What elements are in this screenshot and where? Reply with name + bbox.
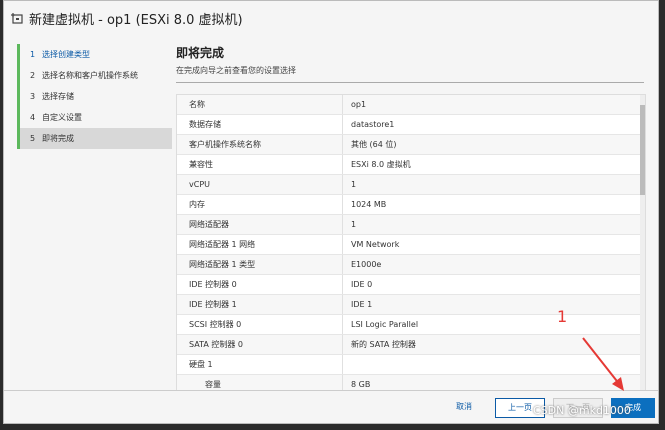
table-row: 名称 op1 [177,95,645,115]
row-value: ESXi 8.0 虚拟机 [351,160,411,169]
table-row: SCSI 控制器 0 LSI Logic Parallel [177,315,645,335]
table-row: vCPU 1 [177,175,645,195]
page-title: 即将完成 [176,46,225,60]
step-label: 自定义设置 [42,113,82,122]
table-row: 客户机操作系统名称 其他 (64 位) [177,135,645,155]
row-key: 数据存储 [177,115,343,134]
step-label: 即将完成 [42,134,74,143]
page-subtitle: 在完成向导之前查看您的设置选择 [176,65,644,83]
row-value: 1024 MB [351,200,387,209]
table-row: 兼容性 ESXi 8.0 虚拟机 [177,155,645,175]
row-value: IDE 1 [351,300,373,309]
row-value: 1 [351,220,357,229]
row-value [343,355,351,374]
table-row: 内存 1024 MB [177,195,645,215]
row-key: SATA 控制器 0 [177,335,343,354]
main-panel: 即将完成 在完成向导之前查看您的设置选择 [176,41,644,83]
cancel-button[interactable]: 取消 [446,398,482,418]
dialog-titlebar: 新建虚拟机 - op1 (ESXi 8.0 虚拟机) [4,1,658,36]
row-value: 1 [351,180,357,189]
row-key: 网络适配器 [177,215,343,234]
step-label: 选择创建类型 [42,50,90,59]
row-value: op1 [351,100,367,109]
wizard-steps: 1 选择创建类型 2 选择名称和客户机操作系统 3 选择存储 4 自定义设置 5 即将完成 [17,44,172,149]
row-key: 客户机操作系统名称 [177,135,343,154]
step-5[interactable]: 5 即将完成 [20,128,172,149]
row-key: SCSI 控制器 0 [177,315,343,334]
step-4[interactable]: 4 自定义设置 [20,107,172,128]
row-key: IDE 控制器 1 [177,295,343,314]
watermark: CSDN @mkd1000 [533,404,631,417]
summary-table[interactable]: 名称 op1 数据存储 datastore1 客户机操作系统名称 其他 (64 位) 兼容性… [176,94,646,394]
row-value: datastore1 [351,120,395,129]
row-key: 网络适配器 1 类型 [177,255,343,274]
table-row: SATA 控制器 0 新的 SATA 控制器 [177,335,645,355]
table-row: 硬盘 1 [177,355,645,375]
new-vm-wizard-dialog: 新建虚拟机 - op1 (ESXi 8.0 虚拟机) 1 选择创建类型 2 选择名称… [3,0,659,424]
step-1[interactable]: 1 选择创建类型 [20,44,172,65]
scrollbar[interactable] [640,95,645,393]
table-row: 网络适配器 1 类型 E1000e [177,255,645,275]
row-key: 硬盘 1 [177,355,343,374]
row-value: E1000e [351,260,382,269]
new-vm-icon [10,12,24,26]
row-key: 兼容性 [177,155,343,174]
table-row: IDE 控制器 0 IDE 0 [177,275,645,295]
row-value: LSI Logic Parallel [351,320,419,329]
row-key: 网络适配器 1 网络 [177,235,343,254]
annotation-number: 1 [557,307,568,326]
row-key: 内存 [177,195,343,214]
step-label: 选择名称和客户机操作系统 [42,71,138,80]
table-row: 数据存储 datastore1 [177,115,645,135]
dialog-title: 新建虚拟机 - op1 (ESXi 8.0 虚拟机) [29,13,243,28]
step-label: 选择存储 [42,92,74,101]
step-3[interactable]: 3 选择存储 [20,86,172,107]
scroll-thumb[interactable] [640,105,645,195]
step-2[interactable]: 2 选择名称和客户机操作系统 [20,65,172,86]
table-row: 网络适配器 1 网络 VM Network [177,235,645,255]
table-row: IDE 控制器 1 IDE 1 [177,295,645,315]
row-value: IDE 0 [351,280,373,289]
table-row: 网络适配器 1 [177,215,645,235]
row-key: vCPU [177,175,343,194]
row-value: VM Network [351,240,400,249]
row-value: 新的 SATA 控制器 [351,340,416,349]
row-key: 名称 [177,95,343,114]
row-value: 其他 (64 位) [351,140,397,149]
row-key: IDE 控制器 0 [177,275,343,294]
